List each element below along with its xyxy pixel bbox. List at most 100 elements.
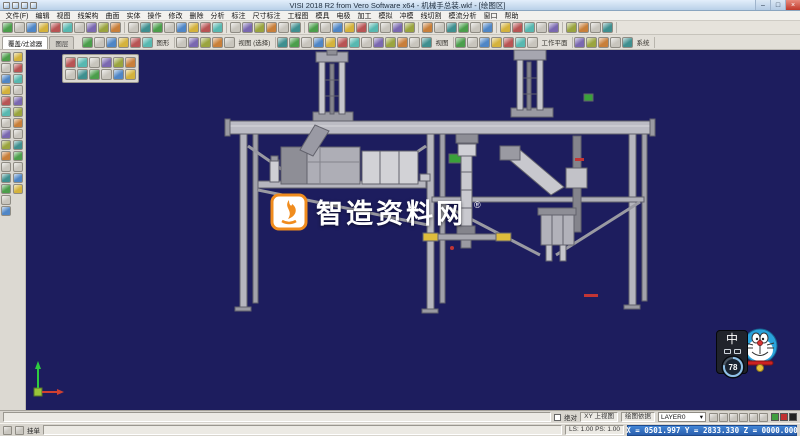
toolbar-icon[interactable] — [50, 22, 61, 33]
toolbar-icon[interactable] — [320, 22, 331, 33]
menu-item[interactable]: 模具 — [312, 11, 333, 21]
toolbar-icon[interactable] — [230, 22, 241, 33]
toolbar-icon[interactable] — [467, 37, 478, 48]
toolbar-icon[interactable] — [385, 37, 396, 48]
toolbar-icon[interactable] — [590, 22, 601, 33]
toolbar-icon[interactable] — [13, 74, 23, 84]
minimize-button[interactable]: – — [755, 0, 770, 10]
toolbar-icon[interactable] — [38, 22, 49, 33]
toolbar-icon[interactable] — [13, 107, 23, 117]
layer-selector[interactable]: LAYER0 ▾ — [658, 412, 706, 422]
toolbar-icon[interactable] — [77, 69, 88, 80]
toolbar-icon[interactable] — [106, 37, 117, 48]
toolbar-icon[interactable] — [1, 63, 11, 73]
menu-item[interactable]: 实体 — [123, 11, 144, 21]
toolbar-icon[interactable] — [82, 37, 93, 48]
toolbar-icon[interactable] — [289, 37, 300, 48]
color-swatch[interactable] — [771, 413, 779, 421]
plane-icon[interactable] — [729, 413, 738, 422]
toolbar-icon[interactable] — [128, 22, 139, 33]
toolbar-icon[interactable] — [13, 151, 23, 161]
color-swatch[interactable] — [780, 413, 788, 421]
toolbar-icon[interactable] — [1, 52, 11, 62]
view-mode[interactable]: XY 上视图 — [580, 412, 618, 422]
toolbar-icon[interactable] — [598, 37, 609, 48]
toolbar-icon[interactable] — [434, 22, 445, 33]
toolbar-icon[interactable] — [373, 37, 384, 48]
menu-item[interactable]: 模拟 — [375, 11, 396, 21]
menu-item[interactable]: 分析 — [207, 11, 228, 21]
toolbar-icon[interactable] — [13, 162, 23, 172]
toolbar-icon[interactable] — [361, 37, 372, 48]
toolbar-icon[interactable] — [368, 22, 379, 33]
menu-item[interactable]: 标注 — [228, 11, 249, 21]
toolbar-icon[interactable] — [140, 22, 151, 33]
toolbar-icon[interactable] — [176, 37, 187, 48]
toolbar-icon[interactable] — [242, 22, 253, 33]
toolbar-icon[interactable] — [26, 22, 37, 33]
toolbar-icon[interactable] — [1, 107, 11, 117]
toolbar-icon[interactable] — [142, 37, 153, 48]
filter-tab[interactable]: 图层 — [49, 36, 74, 49]
toolbar-icon[interactable] — [13, 140, 23, 150]
menu-item[interactable]: 视图 — [53, 11, 74, 21]
toolbar-icon[interactable] — [1, 129, 11, 139]
progress-badge[interactable]: 78 — [720, 354, 746, 380]
toolbar-icon[interactable] — [332, 22, 343, 33]
toolbar-icon[interactable] — [101, 57, 112, 68]
toolbar-icon[interactable] — [188, 22, 199, 33]
menu-item[interactable]: 加工 — [354, 11, 375, 21]
toolbar-icon[interactable] — [98, 22, 109, 33]
toolbar-icon[interactable] — [491, 37, 502, 48]
save-icon[interactable] — [12, 2, 19, 9]
menu-item[interactable]: 文件(F) — [2, 11, 32, 21]
toolbar-icon[interactable] — [622, 37, 633, 48]
color-swatch[interactable] — [789, 413, 797, 421]
toolbar-icon[interactable] — [130, 37, 141, 48]
info-icon[interactable] — [759, 413, 768, 422]
menu-item[interactable]: 编辑 — [32, 11, 53, 21]
toolbar-icon[interactable] — [77, 57, 88, 68]
toolbar-icon[interactable] — [479, 37, 490, 48]
toolbar-icon[interactable] — [1, 151, 11, 161]
toolbar-icon[interactable] — [101, 69, 112, 80]
close-button[interactable]: × — [785, 0, 800, 10]
menu-item[interactable]: 帮助 — [501, 11, 522, 21]
toolbar-icon[interactable] — [164, 22, 175, 33]
toolbar-icon[interactable] — [278, 22, 289, 33]
toolbar-icon[interactable] — [74, 22, 85, 33]
toolbar-icon[interactable] — [512, 22, 523, 33]
toolbar-icon[interactable] — [503, 37, 514, 48]
toolbar-icon[interactable] — [13, 173, 23, 183]
toolbar-icon[interactable] — [313, 37, 324, 48]
toolbar-icon[interactable] — [89, 57, 100, 68]
menu-item[interactable]: 线切割 — [417, 11, 445, 21]
toolbar-icon[interactable] — [515, 37, 526, 48]
filter-icon[interactable] — [749, 413, 758, 422]
toolbar-icon[interactable] — [89, 69, 100, 80]
toolbar-icon[interactable] — [500, 22, 511, 33]
menu-item[interactable]: 工程图 — [284, 11, 312, 21]
menu-item[interactable]: 修改 — [165, 11, 186, 21]
toolbar-icon[interactable] — [1, 140, 11, 150]
toolbar-icon[interactable] — [586, 37, 597, 48]
toolbar-icon[interactable] — [118, 37, 129, 48]
toolbar-icon[interactable] — [65, 69, 76, 80]
menu-item[interactable]: 窗口 — [480, 11, 501, 21]
toolbar-icon[interactable] — [113, 69, 124, 80]
toolbar-icon[interactable] — [290, 22, 301, 33]
toolbar-icon[interactable] — [455, 37, 466, 48]
toolbar-icon[interactable] — [421, 37, 432, 48]
absolute-checkbox[interactable] — [554, 414, 561, 421]
menu-item[interactable]: 模流分析 — [445, 11, 480, 21]
toolbar-icon[interactable] — [200, 37, 211, 48]
toolbar-icon[interactable] — [13, 85, 23, 95]
toolbar-icon[interactable] — [1, 74, 11, 84]
viewport[interactable]: 智造资料网 ® 中 — [0, 50, 800, 410]
toolbar-icon[interactable] — [482, 22, 493, 33]
toolbar-icon[interactable] — [1, 162, 11, 172]
layer-icon[interactable] — [739, 413, 748, 422]
toolbar-icon[interactable] — [301, 37, 312, 48]
toolbar-icon[interactable] — [337, 37, 348, 48]
toolbar-icon[interactable] — [1, 173, 11, 183]
